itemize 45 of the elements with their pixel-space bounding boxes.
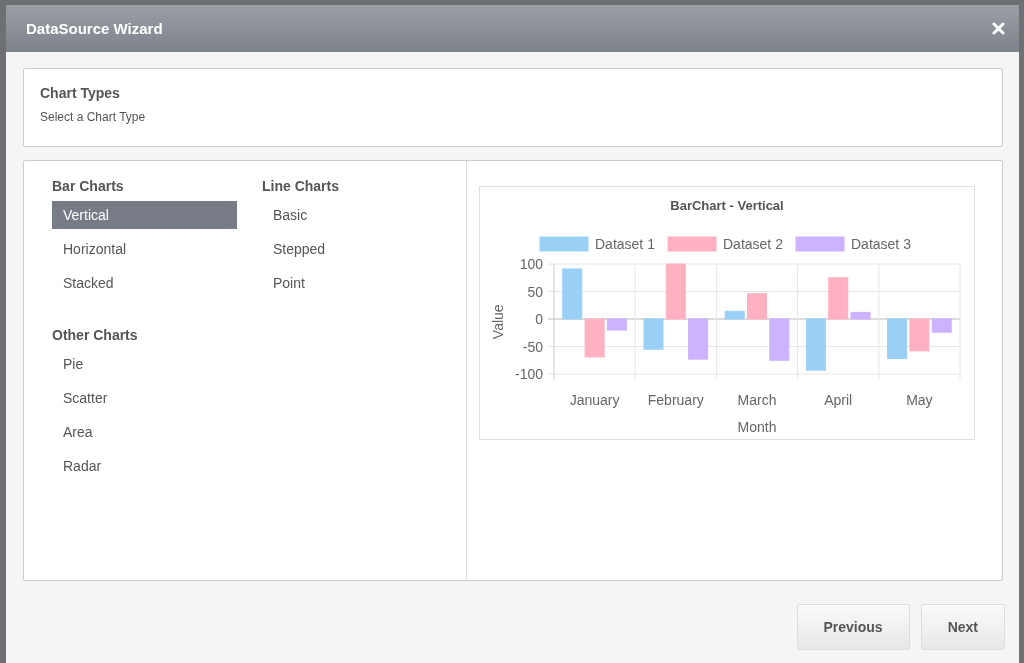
legend-label: Dataset 3 <box>851 236 912 252</box>
axis-title: Month <box>737 418 777 435</box>
axis-tick-label: 0 <box>535 311 543 327</box>
bar <box>688 318 709 360</box>
section-subtitle: Select a Chart Type <box>40 110 147 124</box>
dialog-title: DataSource Wizard <box>26 20 163 37</box>
axis-tick-label: January <box>569 391 620 408</box>
chart-type-item[interactable]: Area <box>52 418 237 446</box>
bar <box>747 293 767 320</box>
legend-label: Dataset 2 <box>723 236 784 252</box>
group-heading: Line Charts <box>262 178 340 194</box>
legend-item[interactable]: Dataset 3 <box>795 236 911 252</box>
chart-type-item[interactable]: Stacked <box>52 269 237 297</box>
axis-tick-label: 100 <box>519 256 543 272</box>
axis-tick-label: May <box>906 391 933 408</box>
legend-label: Dataset 1 <box>595 236 656 252</box>
axis-tick-label: -50 <box>522 338 543 355</box>
section-title: Chart Types <box>40 85 121 101</box>
chart-type-item[interactable]: Basic <box>262 201 447 229</box>
bar <box>769 318 790 361</box>
legend-item[interactable]: Dataset 1 <box>539 236 655 252</box>
chart-type-item[interactable]: Stepped <box>262 235 447 263</box>
chart-type-item[interactable]: Point <box>262 269 447 297</box>
axis-tick-label: -100 <box>514 366 543 382</box>
chart-type-item[interactable]: Radar <box>52 452 237 480</box>
close-icon[interactable] <box>992 22 1005 35</box>
axis-tick-label: February <box>647 391 704 408</box>
chart-type-item[interactable]: Vertical <box>52 201 237 229</box>
bar <box>562 268 583 320</box>
axis-tick-label: April <box>824 391 853 408</box>
axis-tick-label: 50 <box>527 283 543 300</box>
bar <box>724 310 745 320</box>
chart-type-item[interactable]: Horizontal <box>52 235 237 263</box>
chart-title: BarChart - Vertical <box>670 198 784 213</box>
axis-tick-label: March <box>737 391 777 408</box>
chart-type-item[interactable]: Pie <box>52 350 237 378</box>
legend-item[interactable]: Dataset 2 <box>667 236 783 252</box>
group-heading: Bar Charts <box>52 178 125 194</box>
wizard-button[interactable]: Previous <box>796 604 910 650</box>
group-heading: Other Charts <box>52 327 139 343</box>
axis-title: Value <box>490 304 506 340</box>
wizard-button[interactable]: Next <box>920 604 1005 650</box>
bar <box>805 318 826 371</box>
bar <box>887 318 908 360</box>
chart-type-item[interactable]: Scatter <box>52 384 237 412</box>
